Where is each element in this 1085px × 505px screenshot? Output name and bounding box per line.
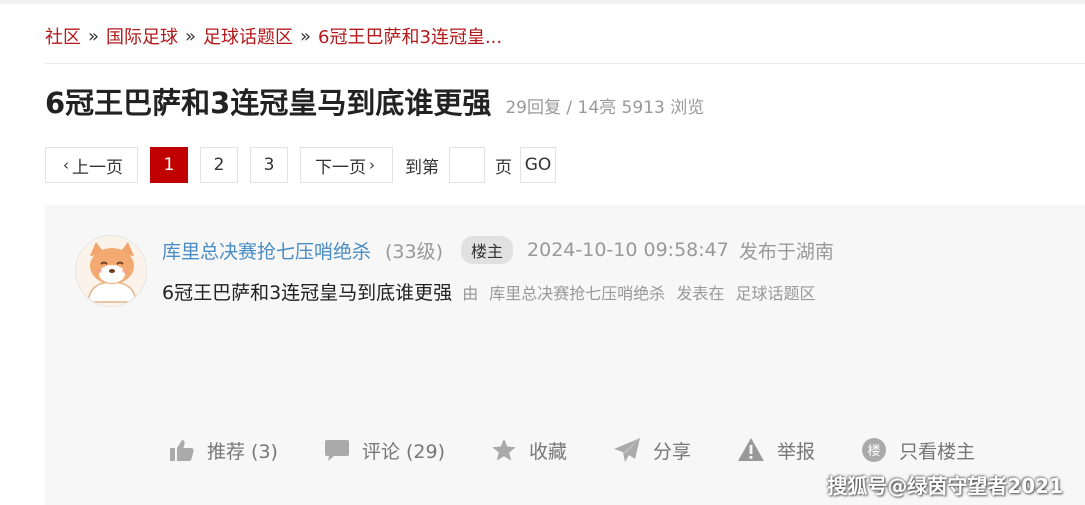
- warning-icon: [738, 438, 765, 461]
- prev-page-label: 上一页: [72, 157, 123, 178]
- breadcrumb-football-topics[interactable]: 足球话题区: [203, 23, 293, 49]
- breadcrumb-divider: [45, 63, 1085, 64]
- recommend-button[interactable]: 推荐 (3): [169, 437, 278, 464]
- post-subline: 6冠王巴萨和3连冠皇马到底谁更强 由 库里总决赛抢七压哨绝杀 发表在 足球话题区: [162, 278, 822, 305]
- breadcrumb-separator: »: [185, 25, 197, 47]
- page: 社区 » 国际足球 » 足球话题区 » 6冠王巴萨和3连冠皇... 6冠王巴萨和…: [0, 0, 1085, 505]
- share-label: 分享: [653, 440, 692, 463]
- prev-page-button[interactable]: ‹ 上一页: [45, 147, 138, 183]
- star-icon: [492, 439, 516, 461]
- chevron-right-icon: ›: [369, 156, 375, 174]
- favorite-button[interactable]: 收藏: [491, 437, 567, 464]
- by-label: 由: [462, 284, 479, 303]
- breadcrumb-separator: »: [300, 25, 312, 47]
- pagination: ‹ 上一页 1 2 3 下一页 › 到第 页 GO: [45, 147, 556, 183]
- author-level: (33级): [385, 240, 444, 263]
- main-post: 库里总决赛抢七压哨绝杀 (33级) 楼主 2024-10-10 09:58:47…: [45, 205, 1085, 505]
- sohu-watermark: 搜狐号@绿茵守望者2021: [827, 474, 1063, 498]
- goto-page-input[interactable]: [449, 147, 485, 183]
- goto-suffix: 页: [495, 157, 512, 178]
- top-strip: [0, 0, 1085, 4]
- breadcrumb: 社区 » 国际足球 » 足球话题区 » 6冠王巴萨和3连冠皇...: [45, 22, 502, 50]
- by-author-link[interactable]: 库里总决赛抢七压哨绝杀: [489, 284, 665, 303]
- thread-header: 6冠王巴萨和3连冠皇马到底谁更强 29回复 / 14亮 5913 浏览: [45, 80, 704, 122]
- share-button[interactable]: 分享: [613, 437, 691, 464]
- page-button-1[interactable]: 1: [150, 147, 188, 183]
- thread-stats: 29回复 / 14亮 5913 浏览: [505, 98, 705, 118]
- chevron-left-icon: ‹: [63, 156, 69, 174]
- report-button[interactable]: 举报: [737, 437, 815, 464]
- avatar[interactable]: [75, 235, 147, 307]
- only-op-label: 只看楼主: [899, 440, 976, 463]
- recommend-label: 推荐 (3): [207, 440, 278, 463]
- post-source: 由 库里总决赛抢七压哨绝杀 发表在 足球话题区: [462, 280, 821, 304]
- only-op-button[interactable]: 楼 只看楼主: [861, 437, 975, 464]
- breadcrumb-separator: »: [88, 25, 100, 47]
- comment-button[interactable]: 评论 (29): [324, 437, 445, 464]
- page-button-3[interactable]: 3: [250, 147, 288, 183]
- post-meta: 库里总决赛抢七压哨绝杀 (33级) 楼主 2024-10-10 09:58:47…: [162, 235, 834, 265]
- breadcrumb-community[interactable]: 社区: [45, 23, 81, 49]
- post-time: 2024-10-10 09:58:47: [527, 239, 729, 261]
- thumbs-up-icon: [170, 440, 194, 461]
- page-button-2[interactable]: 2: [200, 147, 238, 183]
- posted-in-label: 发表在: [676, 284, 725, 303]
- fox-avatar-icon: [76, 236, 146, 306]
- next-page-label: 下一页: [315, 157, 366, 178]
- goto-prefix: 到第: [405, 157, 439, 178]
- op-badge: 楼主: [461, 236, 514, 264]
- author-link[interactable]: 库里总决赛抢七压哨绝杀: [162, 237, 371, 264]
- comment-icon: [324, 440, 349, 461]
- post-location: 发布于湖南: [738, 240, 834, 263]
- post-title: 6冠王巴萨和3连冠皇马到底谁更强: [162, 282, 453, 304]
- post-actions: 推荐 (3) 评论 (29) 收藏 分享 举报 楼 只看楼主: [169, 433, 1021, 467]
- thread-title: 6冠王巴萨和3连冠皇马到底谁更强: [45, 86, 492, 120]
- report-label: 举报: [777, 440, 816, 463]
- breadcrumb-intl-football[interactable]: 国际足球: [106, 23, 178, 49]
- favorite-label: 收藏: [529, 440, 568, 463]
- next-page-button[interactable]: 下一页 ›: [300, 147, 393, 183]
- board-link[interactable]: 足球话题区: [736, 284, 816, 303]
- breadcrumb-current-thread[interactable]: 6冠王巴萨和3连冠皇...: [318, 23, 502, 49]
- svg-text:楼: 楼: [868, 444, 881, 459]
- floor-badge-icon: 楼: [862, 438, 887, 462]
- paper-plane-icon: [614, 438, 641, 462]
- go-button[interactable]: GO: [520, 147, 556, 183]
- comment-label: 评论 (29): [361, 440, 446, 463]
